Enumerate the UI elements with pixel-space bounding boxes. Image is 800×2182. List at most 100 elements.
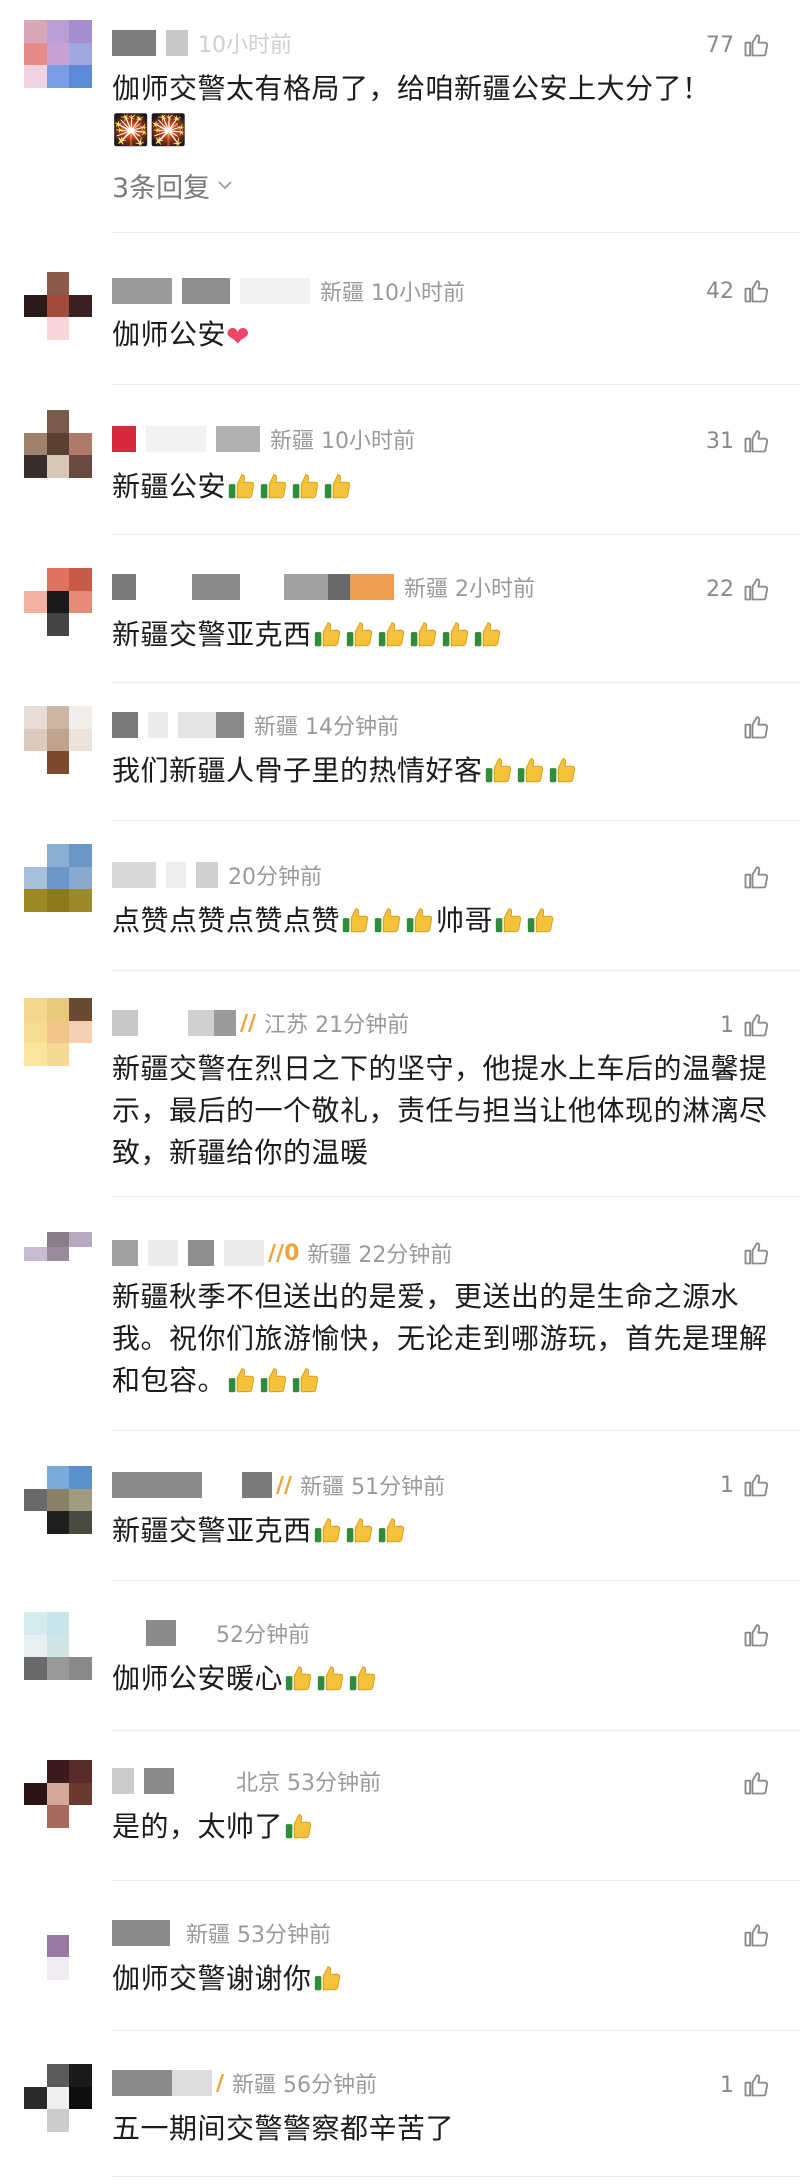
thumbs-up-outline-icon xyxy=(742,1621,770,1649)
thumbs-up-outline-icon xyxy=(742,31,770,59)
like-button[interactable] xyxy=(734,1236,770,1270)
username-redacted[interactable] xyxy=(112,278,172,304)
username-redacted[interactable] xyxy=(112,30,156,56)
like-count: 1 xyxy=(720,1472,734,1498)
like-button[interactable]: 77 xyxy=(706,28,770,62)
username-redacted[interactable] xyxy=(112,1010,138,1036)
comment-meta: 10小时前 xyxy=(112,28,292,58)
like-button[interactable] xyxy=(734,1918,770,1952)
username-redacted[interactable] xyxy=(112,1768,134,1794)
thumbs-up-emoji-group xyxy=(493,904,557,937)
comment-time: 江苏 21分钟前 xyxy=(264,1013,410,1038)
comment-time: 北京 53分钟前 xyxy=(236,1771,381,1796)
username-redacted[interactable] xyxy=(112,1620,136,1646)
divider xyxy=(112,1580,800,1581)
thumbs-up-outline-icon xyxy=(742,713,770,741)
username-redacted[interactable] xyxy=(112,1472,202,1498)
comment-time: 新疆 53分钟前 xyxy=(186,1923,331,1948)
like-button[interactable]: 31 xyxy=(706,424,770,458)
like-button[interactable] xyxy=(734,710,770,744)
avatar[interactable] xyxy=(24,844,92,912)
comment-meta: 20分钟前 xyxy=(112,860,322,890)
comment-time: 20分钟前 xyxy=(228,865,322,890)
view-replies-button[interactable]: 3条回复 xyxy=(112,166,234,205)
avatar[interactable] xyxy=(24,706,92,774)
like-button[interactable] xyxy=(734,860,770,894)
comment-time: 新疆 56分钟前 xyxy=(232,2073,378,2098)
comment-text: 是的，太帅了 xyxy=(112,1806,772,1848)
thumbs-up-emoji-group xyxy=(226,1364,322,1397)
comment-meta: 52分钟前 xyxy=(112,1618,310,1648)
thumbs-up-emoji-group xyxy=(312,1514,408,1547)
avatar[interactable] xyxy=(24,1760,92,1828)
thumbs-up-emoji-group xyxy=(226,470,354,503)
thumbs-up-emoji xyxy=(312,1962,344,1995)
comment-text: 伽师交警太有格局了，给咱新疆公安上大分了！ 🎇🎇 xyxy=(112,68,772,152)
username-redacted[interactable] xyxy=(112,426,136,452)
like-button[interactable]: 1 xyxy=(720,1008,770,1042)
like-button[interactable]: 42 xyxy=(706,274,770,308)
comment-meta: 新疆 53分钟前 xyxy=(112,1918,331,1948)
like-count: 31 xyxy=(706,428,734,454)
username-redacted[interactable] xyxy=(112,1920,170,1946)
heart-emoji: ❤ xyxy=(226,320,250,353)
username-redacted[interactable] xyxy=(112,712,138,738)
comment-meta: ∕∕0 新疆 22分钟前 xyxy=(112,1238,452,1268)
like-button[interactable]: 22 xyxy=(706,572,770,606)
avatar[interactable] xyxy=(24,410,92,478)
comment-time: 新疆 22分钟前 xyxy=(307,1243,453,1268)
like-count: 22 xyxy=(706,576,734,602)
thumbs-up-emoji-group xyxy=(340,904,436,937)
like-count: 1 xyxy=(720,2072,734,2098)
comment-time: 新疆 51分钟前 xyxy=(300,1475,446,1500)
like-button[interactable] xyxy=(734,1618,770,1652)
comment-meta: 新疆 10小时前 xyxy=(112,424,415,454)
avatar[interactable] xyxy=(24,1612,92,1680)
comment-text: 新疆交警亚克西 xyxy=(112,614,772,656)
avatar[interactable] xyxy=(24,20,92,88)
comment-meta: 新疆 2小时前 xyxy=(112,572,535,602)
avatar[interactable] xyxy=(24,272,92,340)
avatar[interactable] xyxy=(24,1466,92,1534)
vip-badge-icon: ∕∕ xyxy=(276,1472,293,1498)
divider xyxy=(112,1430,800,1431)
comment-text: 点赞点赞点赞点赞 帅哥 xyxy=(112,900,772,942)
comment-time: 52分钟前 xyxy=(216,1623,310,1648)
avatar[interactable] xyxy=(24,2064,92,2132)
divider xyxy=(112,820,800,821)
comment-list: 10小时前 77 伽师交警太有格局了，给咱新疆公安上大分了！ 🎇🎇 3条回复 新… xyxy=(0,0,800,2182)
divider xyxy=(112,2176,800,2177)
thumbs-up-outline-icon xyxy=(742,2071,770,2099)
thumbs-up-outline-icon xyxy=(742,863,770,891)
thumbs-up-outline-icon xyxy=(742,1471,770,1499)
like-count: 77 xyxy=(706,32,734,58)
comment-meta: 新疆 14分钟前 xyxy=(112,710,399,740)
comment-meta: ∕ 新疆 56分钟前 xyxy=(112,2068,377,2098)
thumbs-up-emoji-group xyxy=(312,618,504,651)
username-redacted[interactable] xyxy=(112,574,136,600)
like-button[interactable]: 1 xyxy=(720,1468,770,1502)
avatar[interactable] xyxy=(24,998,92,1066)
comment-text: 新疆公安 xyxy=(112,466,772,508)
username-redacted[interactable] xyxy=(112,2070,172,2096)
like-button[interactable]: 1 xyxy=(720,2068,770,2102)
thumbs-up-outline-icon xyxy=(742,427,770,455)
comment-meta: ∕∕ 新疆 51分钟前 xyxy=(112,1470,445,1500)
divider xyxy=(112,1196,800,1197)
divider xyxy=(112,682,800,683)
avatar[interactable] xyxy=(24,1232,92,1276)
like-button[interactable] xyxy=(734,1766,770,1800)
avatar[interactable] xyxy=(24,1912,92,1980)
divider xyxy=(112,1730,800,1731)
comment-meta: 北京 53分钟前 xyxy=(112,1766,381,1796)
divider xyxy=(112,232,800,233)
avatar[interactable] xyxy=(24,568,92,636)
divider xyxy=(112,384,800,385)
username-redacted[interactable] xyxy=(112,1240,138,1266)
comment-time: 10小时前 xyxy=(198,33,292,58)
username-redacted[interactable] xyxy=(112,862,156,888)
thumbs-up-outline-icon xyxy=(742,1239,770,1267)
comment-meta: 新疆 10小时前 xyxy=(112,276,465,306)
vip-badge-icon: ∕∕ xyxy=(240,1010,257,1036)
thumbs-up-outline-icon xyxy=(742,1769,770,1797)
